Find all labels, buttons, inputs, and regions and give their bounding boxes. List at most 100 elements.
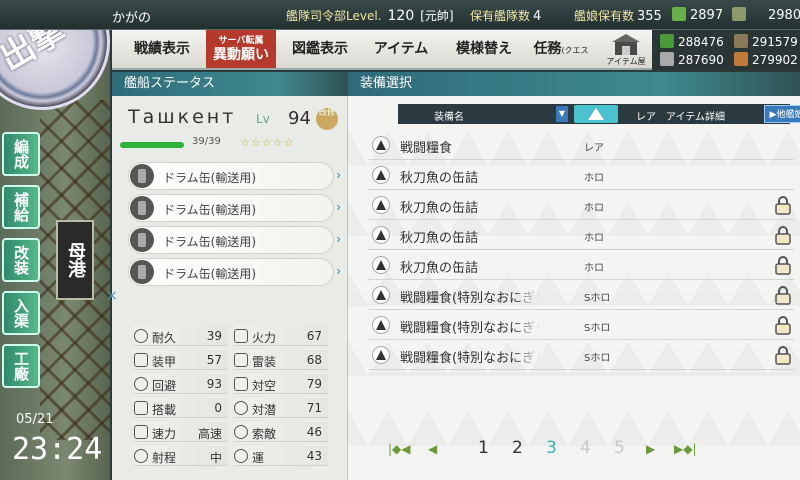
equip-rarity: Sホロ [584, 353, 611, 364]
port-button[interactable]: 母港 [56, 220, 94, 300]
chevron-right-icon: › [336, 232, 341, 246]
stat-evasion: 回避 93 [134, 374, 228, 394]
equip-slot-2[interactable]: ドラム缶(輸送用) › [128, 194, 341, 222]
page-3[interactable]: 3 [546, 438, 557, 458]
menu-server-transfer[interactable]: サーバ転属 異動願い [206, 30, 276, 68]
sidebar-item-supply[interactable]: 補給 [2, 185, 40, 229]
equip-name: 戦闘糧食(特別なおにぎり) [400, 351, 540, 366]
stat-value: 93 [206, 377, 222, 391]
stat-range: 射程 中 [134, 446, 228, 466]
type-filter-button[interactable] [574, 105, 618, 123]
hp-bar-fill [120, 142, 184, 148]
equip-count-value: 355 [637, 9, 662, 24]
ammo-value: 291579 [752, 35, 798, 49]
equip-rarity: ホロ [584, 173, 604, 184]
stat-label: 運 [252, 451, 265, 465]
stat-label: 雷装 [252, 355, 277, 369]
admiral-name: かがの [112, 11, 152, 26]
item-shop-icon [612, 34, 640, 55]
rice-ball-icon [372, 196, 390, 214]
range-icon [134, 449, 148, 463]
menu-record[interactable]: 戦績表示 [120, 30, 204, 68]
equip-slot-4[interactable]: ドラム缶(輸送用) › [128, 258, 341, 286]
page-2[interactable]: 2 [512, 438, 523, 458]
menu-furniture[interactable]: 模様替え [446, 30, 522, 68]
page-1[interactable]: 1 [478, 438, 489, 458]
transfer-request-label: 異動願い [213, 47, 269, 63]
equip-list-row[interactable]: 秋刀魚の缶詰 ホロ [368, 160, 794, 190]
ship-status-header: 艦船ステータス [112, 72, 348, 96]
lock-icon[interactable] [774, 255, 792, 275]
stat-value: 67 [306, 329, 322, 343]
stat-value: 39 [206, 329, 222, 343]
equip-list-row[interactable]: 戦闘糧食(特別なおにぎり) Sホロ [368, 310, 794, 340]
lock-icon[interactable] [774, 225, 792, 245]
eye-icon [234, 425, 248, 439]
fuel-resource: 288476 [660, 34, 724, 49]
date-display: 05/21 [16, 412, 54, 427]
evasion-icon [134, 377, 148, 391]
equip-list-row[interactable]: 秋刀魚の缶詰 ホロ [368, 190, 794, 220]
sidebar-item-repair[interactable]: 入渠 [2, 291, 40, 335]
stat-value: 中 [209, 451, 222, 465]
sidebar-item-arsenal[interactable]: 工廠 [2, 344, 40, 388]
drum-icon [130, 164, 154, 188]
remove-equip-button[interactable]: × [106, 288, 118, 304]
stat-label: 対空 [252, 379, 277, 393]
bauxite-value: 279902 [752, 53, 798, 67]
bucket-count: 2897 [672, 7, 723, 23]
item-shop-button[interactable]: アイテム屋 [600, 31, 652, 69]
equip-list-row[interactable]: 戦闘糧食 レア [368, 130, 794, 160]
equip-list-row[interactable]: 戦闘糧食(特別なおにぎり) Sホロ [368, 340, 794, 370]
drum-icon [130, 260, 154, 284]
page-5: 5 [614, 438, 625, 458]
menu-items[interactable]: アイテム [364, 30, 438, 68]
rice-ball-icon [372, 346, 390, 364]
lock-icon[interactable] [774, 315, 792, 335]
equip-list-row[interactable]: 秋刀魚の缶詰 ホロ [368, 250, 794, 280]
stat-value: 57 [206, 353, 222, 367]
steel-value: 287690 [678, 53, 724, 67]
rice-ball-icon [372, 286, 390, 304]
quests-label: 任務 [533, 41, 562, 57]
resources-panel: 288476 291579 287690 279902 [652, 30, 800, 70]
sidebar: 出撃 編成 補給 改装 入渠 工廠 母港 05/21 23:24 [0, 0, 110, 480]
next-page-button[interactable]: ▶ [646, 442, 655, 456]
first-page-button[interactable]: |◆◀ [388, 442, 411, 456]
equip-list-row[interactable]: 秋刀魚の缶詰 ホロ [368, 220, 794, 250]
lock-icon[interactable] [774, 195, 792, 215]
speed-icon [134, 425, 148, 439]
sidebar-item-remodel[interactable]: 改装 [2, 238, 40, 282]
lock-icon[interactable] [774, 285, 792, 305]
equip-slot-1[interactable]: ドラム缶(輸送用) › [128, 162, 341, 190]
prev-page-button[interactable]: ◀ [428, 442, 437, 456]
stat-label: 耐久 [152, 331, 177, 345]
lock-icon[interactable] [774, 345, 792, 365]
equip-slot-3[interactable]: ドラム缶(輸送用) › [128, 226, 341, 254]
equip-list-row[interactable]: 戦闘糧食(特別なおにぎり) Sホロ [368, 280, 794, 310]
menu-encyclopedia[interactable]: 図鑑表示 [282, 30, 358, 68]
stat-label: 回避 [152, 379, 177, 393]
drum-icon [130, 228, 154, 252]
menu-bar: 戦績表示 サーバ転属 異動願い 図鑑表示 アイテム 模様替え 任務(クエスト) [112, 30, 652, 95]
ship-status-panel: Ташкент Lv 94 改修 39/39 ☆☆☆☆☆ ドラム缶(輸送用) ›… [106, 96, 348, 480]
stat-value: 68 [306, 353, 322, 367]
rice-ball-icon [372, 226, 390, 244]
stat-label: 搭載 [152, 403, 177, 417]
equip-rarity: Sホロ [584, 293, 611, 304]
chevron-right-icon: › [336, 264, 341, 278]
sort-dropdown-button[interactable]: ▼ [556, 106, 568, 122]
stat-antiair: 対空 79 [234, 374, 328, 394]
time-display: 23:24 [12, 432, 103, 467]
last-page-button[interactable]: ▶◆| [674, 442, 697, 456]
other-ship-equipped-toggle[interactable]: ▶他艦娘装備中 [764, 105, 800, 123]
chevron-right-icon: › [336, 168, 341, 182]
torpedo-icon [234, 353, 248, 367]
equip-rarity: ホロ [584, 263, 604, 274]
stat-label: 射程 [152, 451, 177, 465]
steel-resource: 287690 [660, 52, 724, 67]
sidebar-item-organize[interactable]: 編成 [2, 132, 40, 176]
menu-quests[interactable]: 任務(クエスト) [528, 30, 594, 95]
stat-armor: 装甲 57 [134, 350, 228, 370]
stat-asw: 対潜 71 [234, 398, 328, 418]
